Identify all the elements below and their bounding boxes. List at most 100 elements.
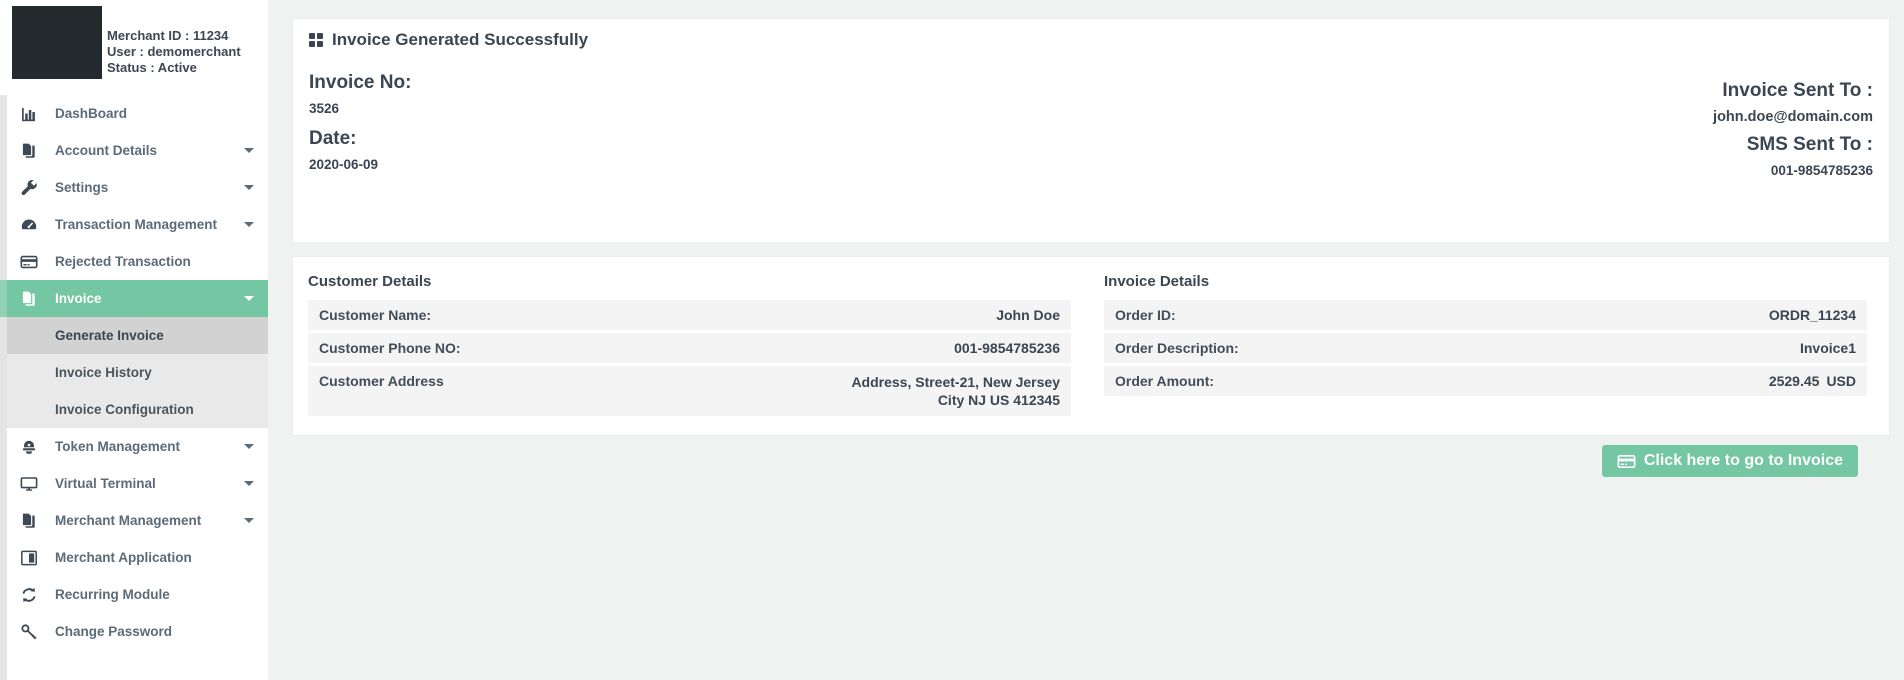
submenu-item-label: Invoice History	[55, 365, 152, 380]
row-label: Customer Phone NO:	[319, 340, 461, 356]
sidebar-item-label: Change Password	[55, 624, 172, 639]
row-value: John Doe	[996, 307, 1060, 323]
chevron-down-icon	[244, 222, 254, 227]
chevron-down-icon	[244, 185, 254, 190]
main-content: Invoice Generated Successfully Invoice N…	[268, 0, 1904, 680]
sidebar-menu: DashBoard Account Details Settings	[0, 95, 268, 650]
invoice-meta-left: Invoice No: 3526 Date: 2020-06-09	[309, 72, 411, 178]
grid-icon	[309, 33, 323, 47]
customer-details-title: Customer Details	[308, 273, 1071, 290]
table-row: Customer Phone NO: 001-9854785236	[308, 333, 1071, 363]
key-icon	[20, 623, 38, 641]
copy-icon	[20, 142, 38, 160]
row-value: 2529.45 USD	[1769, 373, 1856, 389]
sidebar-item-label: Transaction Management	[55, 217, 217, 232]
user-text: User : demomerchant	[107, 44, 241, 60]
currency-value: USD	[1826, 373, 1856, 389]
action-row: Click here to go to Invoice	[292, 445, 1890, 477]
page-title: Invoice Generated Successfully	[332, 30, 588, 50]
invoice-sent-to-value: john.doe@domain.com	[1713, 109, 1873, 125]
sidebar-item-rejected-transaction[interactable]: Rejected Transaction	[0, 243, 268, 280]
customer-details-section: Customer Details Customer Name: John Doe…	[308, 271, 1071, 419]
application-icon	[20, 549, 38, 567]
bar-chart-icon	[20, 105, 38, 123]
app-root: Merchant ID : 11234 User : demomerchant …	[0, 0, 1904, 680]
wrench-icon	[20, 179, 38, 197]
copy-icon	[20, 512, 38, 530]
invoice-meta: Invoice No: 3526 Date: 2020-06-09 Invoic…	[309, 72, 1873, 178]
credit-card-icon	[20, 253, 38, 271]
row-value: ORDR_11234	[1769, 307, 1856, 323]
invoice-summary-card: Invoice Generated Successfully Invoice N…	[292, 18, 1890, 243]
table-row: Order Description: Invoice1	[1104, 333, 1867, 363]
sidebar-item-invoice-configuration[interactable]: Invoice Configuration	[0, 391, 268, 428]
sidebar: Merchant ID : 11234 User : demomerchant …	[0, 0, 268, 680]
token-icon	[20, 438, 38, 456]
details-card: Customer Details Customer Name: John Doe…	[292, 256, 1890, 436]
invoice-submenu: Generate Invoice Invoice History Invoice…	[0, 317, 268, 428]
sidebar-item-invoice-history[interactable]: Invoice History	[0, 354, 268, 391]
sidebar-item-change-password[interactable]: Change Password	[0, 613, 268, 650]
sidebar-item-label: Merchant Application	[55, 550, 192, 565]
invoice-details-section: Invoice Details Order ID: ORDR_11234 Ord…	[1104, 271, 1867, 419]
row-value: 001-9854785236	[954, 340, 1060, 356]
sidebar-item-label: Invoice	[55, 291, 102, 306]
row-value: Address, Street-21, New Jersey City NJ U…	[824, 373, 1060, 409]
row-label: Order Amount:	[1115, 373, 1214, 389]
table-row: Customer Address Address, Street-21, New…	[308, 366, 1071, 416]
row-value: Invoice1	[1800, 340, 1856, 356]
sidebar-item-dashboard[interactable]: DashBoard	[0, 95, 268, 132]
table-row: Order ID: ORDR_11234	[1104, 300, 1867, 330]
row-label: Customer Name:	[319, 307, 431, 323]
sidebar-item-label: Rejected Transaction	[55, 254, 191, 269]
user-panel: Merchant ID : 11234 User : demomerchant …	[0, 0, 268, 95]
merchant-info: Merchant ID : 11234 User : demomerchant …	[107, 6, 241, 95]
sidebar-item-label: DashBoard	[55, 106, 127, 121]
submenu-item-label: Generate Invoice	[55, 328, 164, 343]
card-header: Invoice Generated Successfully	[309, 30, 1873, 50]
sidebar-item-label: Token Management	[55, 439, 180, 454]
invoice-sent-to-label: Invoice Sent To :	[1713, 80, 1873, 102]
sync-icon	[20, 586, 38, 604]
sidebar-item-recurring-module[interactable]: Recurring Module	[0, 576, 268, 613]
sidebar-item-invoice[interactable]: Invoice	[0, 280, 268, 317]
sidebar-item-merchant-management[interactable]: Merchant Management	[0, 502, 268, 539]
sidebar-item-label: Settings	[55, 180, 108, 195]
chevron-down-icon	[244, 148, 254, 153]
invoice-no-value: 3526	[309, 101, 411, 116]
table-row: Order Amount: 2529.45 USD	[1104, 366, 1867, 396]
submenu-item-label: Invoice Configuration	[55, 402, 194, 417]
chevron-down-icon	[244, 518, 254, 523]
row-label: Order ID:	[1115, 307, 1176, 323]
sidebar-item-label: Account Details	[55, 143, 157, 158]
status-text: Status : Active	[107, 60, 241, 76]
go-to-invoice-button[interactable]: Click here to go to Invoice	[1602, 445, 1858, 477]
row-label: Customer Address	[319, 373, 444, 389]
invoice-details-title: Invoice Details	[1104, 273, 1867, 290]
sidebar-item-label: Recurring Module	[55, 587, 170, 602]
chevron-down-icon	[244, 296, 254, 301]
date-value: 2020-06-09	[309, 157, 411, 172]
amount-value: 2529.45	[1769, 373, 1820, 389]
row-label: Order Description:	[1115, 340, 1239, 356]
sidebar-item-account-details[interactable]: Account Details	[0, 132, 268, 169]
monitor-icon	[20, 475, 38, 493]
tachometer-icon	[20, 216, 38, 234]
sidebar-item-label: Merchant Management	[55, 513, 201, 528]
copy-icon	[20, 290, 38, 308]
sidebar-item-virtual-terminal[interactable]: Virtual Terminal	[0, 465, 268, 502]
sidebar-item-label: Virtual Terminal	[55, 476, 156, 491]
sidebar-item-merchant-application[interactable]: Merchant Application	[0, 539, 268, 576]
merchant-id-text: Merchant ID : 11234	[107, 28, 241, 44]
invoice-meta-right: Invoice Sent To : john.doe@domain.com SM…	[1713, 80, 1873, 178]
sidebar-item-token-management[interactable]: Token Management	[0, 428, 268, 465]
sidebar-item-settings[interactable]: Settings	[0, 169, 268, 206]
credit-card-icon	[1617, 452, 1636, 471]
table-row: Customer Name: John Doe	[308, 300, 1071, 330]
sidebar-item-transaction-management[interactable]: Transaction Management	[0, 206, 268, 243]
chevron-down-icon	[244, 444, 254, 449]
profile-image	[12, 6, 102, 79]
go-to-invoice-label: Click here to go to Invoice	[1644, 452, 1843, 470]
chevron-down-icon	[244, 481, 254, 486]
sidebar-item-generate-invoice[interactable]: Generate Invoice	[0, 317, 268, 354]
